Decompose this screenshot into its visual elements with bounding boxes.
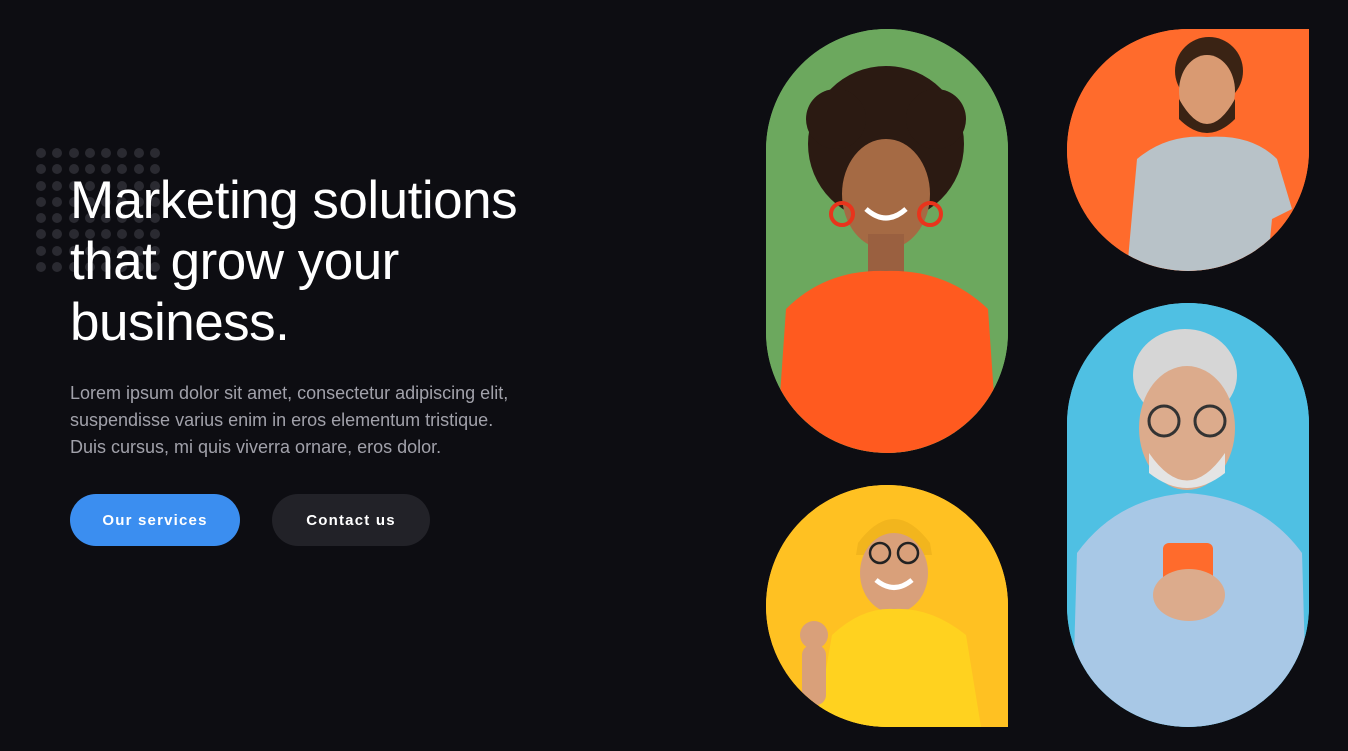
decorative-dot [117, 148, 128, 158]
person-illustration [766, 485, 1008, 727]
decorative-dot [36, 196, 46, 207]
hero-section: Marketing solutions that grow your busin… [0, 0, 1348, 751]
contact-us-button[interactable]: Contact us [272, 494, 430, 546]
decorative-dot [36, 245, 46, 256]
decorative-dot [52, 196, 63, 207]
decorative-dot [68, 148, 79, 158]
photo-man-orange [1067, 29, 1309, 271]
decorative-dot [36, 213, 46, 223]
decorative-dot [36, 261, 46, 272]
our-services-button[interactable]: Our services [70, 494, 240, 546]
person-illustration [1067, 29, 1309, 271]
person-illustration [766, 29, 1008, 453]
photo-woman-green [766, 29, 1008, 453]
hero-description-line: Lorem ipsum dolor sit amet, consectetur … [70, 383, 509, 403]
decorative-dot [149, 148, 160, 158]
hero-description-line: suspendisse varius enim in eros elementu… [70, 410, 494, 430]
decorative-dot [52, 213, 63, 223]
decorative-dot [133, 148, 144, 158]
decorative-dot [52, 261, 63, 272]
hero-description: Lorem ipsum dolor sit amet, consectetur … [70, 380, 570, 461]
hero-description-line: Duis cursus, mi quis viverra ornare, ero… [70, 437, 442, 457]
hero-title-line: business. [70, 293, 290, 352]
decorative-dot [36, 164, 46, 175]
decorative-dot [52, 229, 63, 240]
decorative-dot [84, 148, 95, 158]
decorative-dot [36, 180, 46, 191]
hero-title-line: Marketing solutions [70, 171, 518, 230]
person-illustration [1067, 303, 1309, 727]
decorative-dot [36, 229, 46, 240]
decorative-dot [101, 148, 111, 158]
decorative-dot [52, 245, 63, 256]
decorative-dot [52, 164, 63, 175]
decorative-dot [36, 148, 46, 158]
hero-title: Marketing solutions that grow your busin… [70, 170, 630, 353]
decorative-dot [52, 180, 63, 191]
decorative-dot [52, 148, 63, 158]
photo-man-blue [1067, 303, 1309, 727]
hero-title-line: that grow your [70, 232, 399, 291]
photo-man-yellow [766, 485, 1008, 727]
